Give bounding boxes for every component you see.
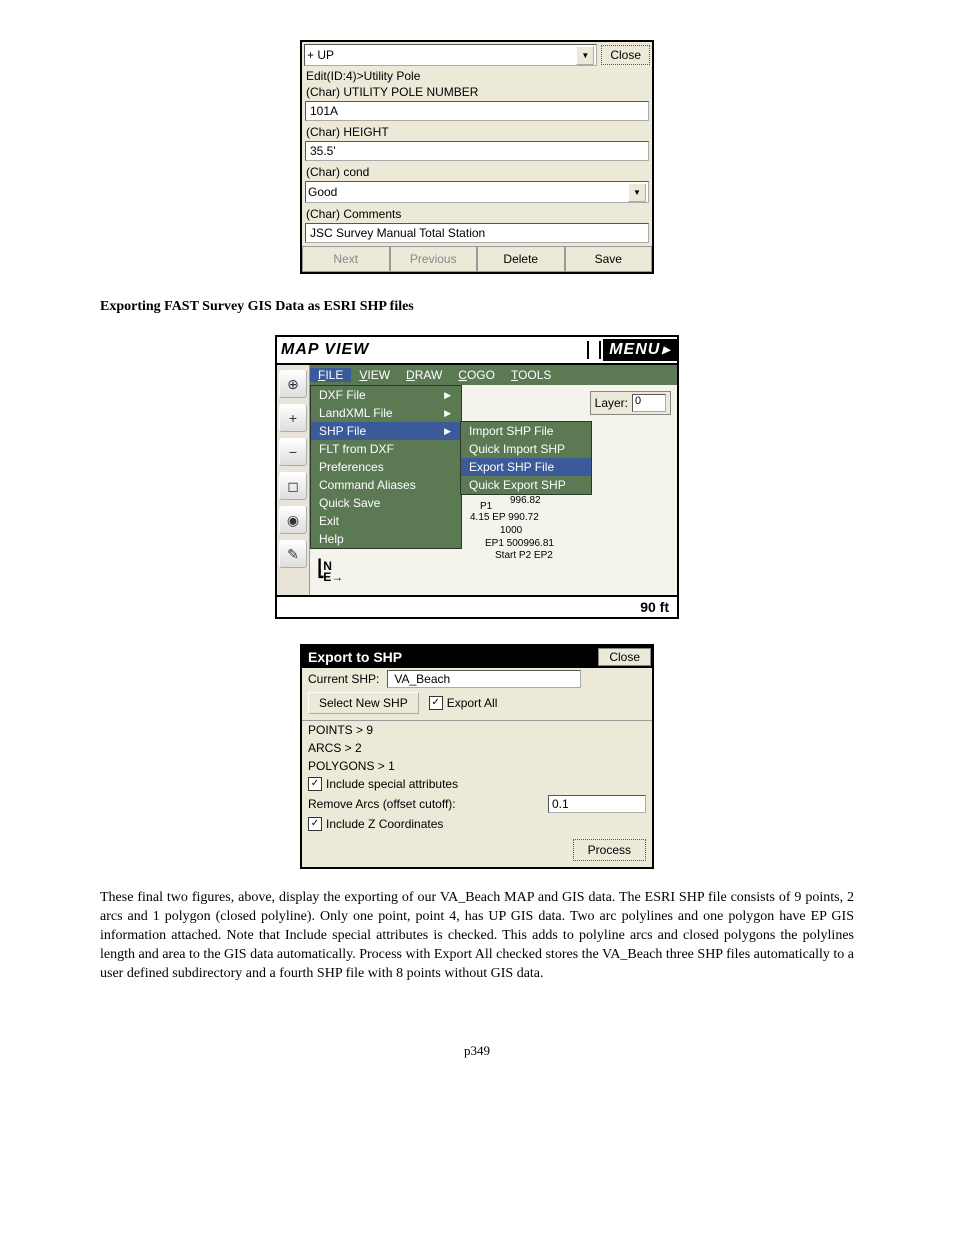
- map-view-window: MAP VIEW MENU▶ ⊕ + − ◻ ◉ ✎ FILE VIEW DRA…: [275, 335, 679, 619]
- file-dropdown: DXF File▶ LandXML File▶ SHP File▶ FLT fr…: [310, 385, 462, 549]
- menu-export-shp[interactable]: Export SHP File: [461, 458, 591, 476]
- menu-quick-export-shp[interactable]: Quick Export SHP: [461, 476, 591, 494]
- cond-value: Good: [308, 185, 628, 199]
- canvas-label: P1: [480, 501, 492, 512]
- comments-input[interactable]: JSC Survey Manual Total Station: [305, 223, 649, 243]
- shp-submenu: Import SHP File Quick Import SHP Export …: [460, 421, 592, 495]
- delete-button[interactable]: Delete: [477, 247, 565, 272]
- menu-cogo[interactable]: COGO: [450, 368, 503, 382]
- layer-input[interactable]: 0: [632, 394, 666, 412]
- arcs-count: ARCS > 2: [302, 739, 652, 757]
- menu-exit[interactable]: Exit: [311, 512, 461, 530]
- height-input[interactable]: 35.5': [305, 141, 649, 161]
- canvas-label: 996.82: [510, 495, 541, 506]
- export-all-checkbox[interactable]: ✓ Export All: [429, 696, 498, 710]
- zoom-extents-icon[interactable]: ⊕: [279, 370, 307, 398]
- comments-label: (Char) Comments: [302, 206, 652, 222]
- cond-label: (Char) cond: [302, 164, 652, 180]
- canvas-label: EP1 500996.81: [485, 538, 554, 549]
- page-number: p349: [100, 1043, 854, 1059]
- close-button[interactable]: Close: [598, 648, 651, 666]
- type-combo-text: + UP: [307, 48, 576, 62]
- current-shp-value: VA_Beach: [387, 670, 581, 688]
- mapview-title: MAP VIEW: [277, 341, 587, 359]
- zoom-window-icon[interactable]: ◻: [279, 472, 307, 500]
- zoom-in-icon[interactable]: +: [279, 404, 307, 432]
- layer-label: Layer:: [595, 396, 628, 410]
- cond-combo[interactable]: Good ▼: [305, 181, 649, 203]
- zoom-out-icon[interactable]: −: [279, 438, 307, 466]
- map-toolbar: ⊕ + − ◻ ◉ ✎: [277, 365, 310, 595]
- canvas-label: 1000: [500, 525, 522, 536]
- body-paragraph: These final two figures, above, display …: [100, 889, 854, 983]
- edit-id-line: Edit(ID:4)>Utility Pole: [302, 68, 652, 84]
- canvas-label: 4.15 EP 990.72: [470, 512, 539, 523]
- export-to-shp-dialog: Export to SHP Close Current SHP: VA_Beac…: [300, 644, 654, 869]
- process-button[interactable]: Process: [573, 839, 646, 861]
- dropdown-icon[interactable]: ▼: [576, 46, 594, 65]
- height-label: (Char) HEIGHT: [302, 124, 652, 140]
- menu-flt-from-dxf[interactable]: FLT from DXF: [311, 440, 461, 458]
- menu-command-aliases[interactable]: Command Aliases: [311, 476, 461, 494]
- close-button[interactable]: Close: [601, 45, 650, 65]
- edit-utility-pole-dialog: + UP ▼ Close Edit(ID:4)>Utility Pole (Ch…: [300, 40, 654, 274]
- north-arrow: ┃N ┗E→: [316, 561, 343, 583]
- menu-dxf-file[interactable]: DXF File▶: [311, 386, 461, 404]
- menu-shp-file[interactable]: SHP File▶: [311, 422, 461, 440]
- select-new-shp-button[interactable]: Select New SHP: [308, 692, 419, 714]
- checkbox-checked-icon: ✓: [429, 696, 443, 710]
- pan-icon[interactable]: ◉: [279, 506, 307, 534]
- menu-quick-import-shp[interactable]: Quick Import SHP: [461, 440, 591, 458]
- pole-number-input[interactable]: 101A: [305, 101, 649, 121]
- polygons-count: POLYGONS > 1: [302, 757, 652, 775]
- type-combo[interactable]: + UP ▼: [304, 44, 597, 66]
- checkbox-checked-icon: ✓: [308, 817, 322, 831]
- menubar: FILE VIEW DRAW COGO TOOLS: [310, 365, 677, 385]
- remove-arcs-label: Remove Arcs (offset cutoff):: [308, 797, 456, 811]
- save-button[interactable]: Save: [565, 247, 653, 272]
- export-title: Export to SHP: [302, 649, 597, 665]
- menu-import-shp[interactable]: Import SHP File: [461, 422, 591, 440]
- menu-view[interactable]: VIEW: [351, 368, 398, 382]
- canvas-label: Start P2 EP2: [495, 550, 553, 561]
- layer-box: Layer: 0: [590, 391, 671, 415]
- section-heading: Exporting FAST Survey GIS Data as ESRI S…: [100, 299, 854, 315]
- menu-quick-save[interactable]: Quick Save: [311, 494, 461, 512]
- settings-icon[interactable]: ✎: [279, 540, 307, 568]
- scroll-icon: [587, 341, 601, 359]
- include-special-checkbox[interactable]: ✓ Include special attributes: [302, 775, 652, 793]
- include-z-checkbox[interactable]: ✓ Include Z Coordinates: [302, 815, 652, 833]
- scale-status: 90 ft: [277, 595, 677, 617]
- menu-file[interactable]: FILE: [310, 368, 351, 382]
- pole-number-label: (Char) UTILITY POLE NUMBER: [302, 84, 652, 100]
- current-shp-label: Current SHP:: [308, 672, 379, 686]
- menu-draw[interactable]: DRAW: [398, 368, 450, 382]
- checkbox-checked-icon: ✓: [308, 777, 322, 791]
- dropdown-icon[interactable]: ▼: [628, 183, 646, 202]
- menu-preferences[interactable]: Preferences: [311, 458, 461, 476]
- remove-arcs-input[interactable]: 0.1: [548, 795, 646, 813]
- next-button[interactable]: Next: [302, 247, 390, 272]
- previous-button[interactable]: Previous: [390, 247, 478, 272]
- menu-help[interactable]: Help: [311, 530, 461, 548]
- menu-button[interactable]: MENU▶: [603, 339, 677, 361]
- menu-tools[interactable]: TOOLS: [503, 368, 559, 382]
- menu-landxml-file[interactable]: LandXML File▶: [311, 404, 461, 422]
- points-count: POINTS > 9: [302, 721, 652, 739]
